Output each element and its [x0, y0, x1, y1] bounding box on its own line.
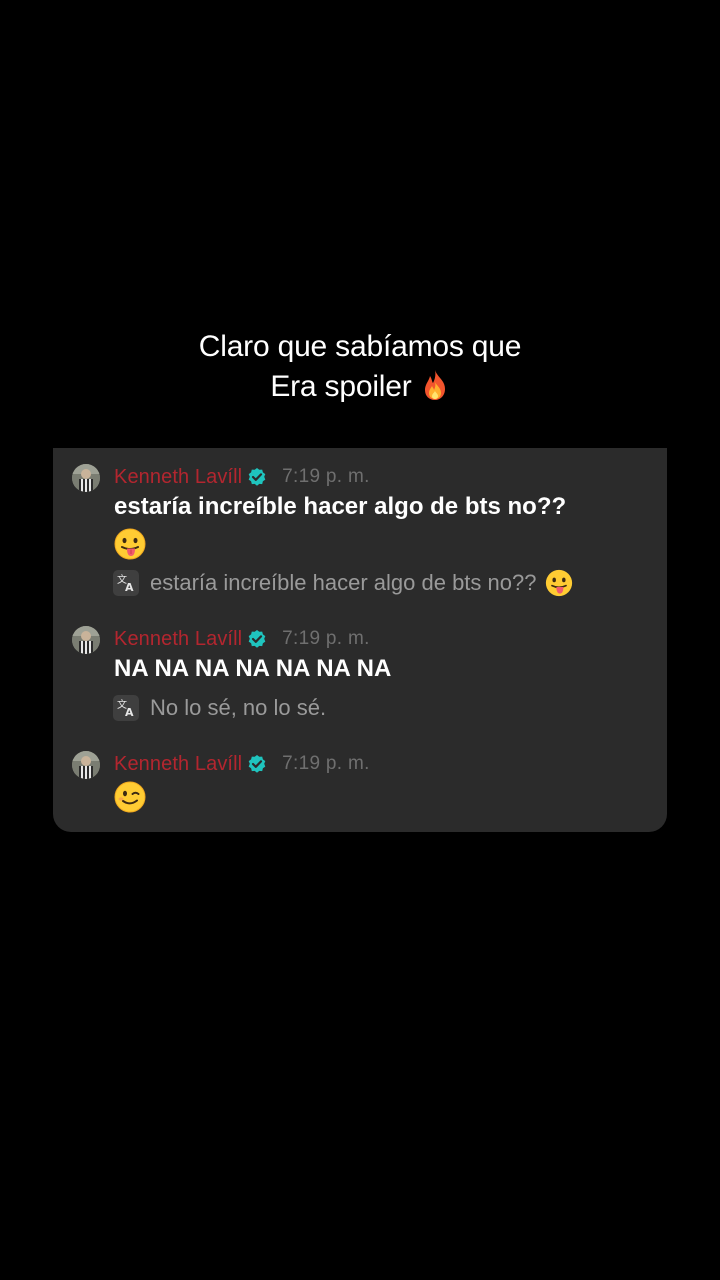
- message-text-content: estaría increíble hacer algo de bts no??: [114, 493, 567, 520]
- fire-icon: [420, 369, 450, 401]
- avatar[interactable]: [72, 751, 100, 779]
- timestamp: 7:19 p. m.: [282, 753, 370, 774]
- message-meta: Kenneth Lavíll 7:19 p. m.: [114, 465, 370, 489]
- message-text: [114, 778, 644, 814]
- caption-line-2: Era spoiler: [270, 370, 412, 403]
- caption-line-2-wrap: Era spoiler: [0, 367, 720, 407]
- message-text: estaría increíble hacer algo de bts no??: [114, 489, 644, 561]
- verified-badge-icon: [247, 467, 267, 487]
- timestamp: 7:19 p. m.: [282, 628, 370, 649]
- winking-face-emoji-icon: [114, 781, 146, 813]
- timestamp: 7:19 p. m.: [282, 466, 370, 487]
- translation-text: estaría increíble hacer algo de bts no??: [150, 570, 537, 595]
- tongue-out-emoji-icon: [114, 528, 146, 560]
- tongue-out-emoji-icon: [545, 569, 573, 597]
- translate-icon[interactable]: 文 A: [113, 695, 139, 721]
- caption-line-1: Claro que sabíamos que: [198, 330, 522, 363]
- chat-card: Kenneth Lavíll 7:19 p. m. estaría increí…: [53, 448, 667, 832]
- svg-text:A: A: [125, 706, 134, 719]
- author-name[interactable]: Kenneth Lavíll: [114, 753, 242, 776]
- message-meta: Kenneth Lavíll 7:19 p. m.: [114, 752, 370, 776]
- video-caption: Claro que sabíamos que Era spoiler: [0, 327, 720, 407]
- translate-icon[interactable]: 文 A: [113, 570, 139, 596]
- avatar[interactable]: [72, 464, 100, 492]
- translation-text: No lo sé, no lo sé.: [150, 695, 327, 720]
- author-name[interactable]: Kenneth Lavíll: [114, 628, 242, 651]
- verified-badge-icon: [247, 629, 267, 649]
- avatar[interactable]: [72, 626, 100, 654]
- svg-text:A: A: [125, 581, 134, 594]
- author-name[interactable]: Kenneth Lavíll: [114, 466, 242, 489]
- message-meta: Kenneth Lavíll 7:19 p. m.: [114, 627, 370, 651]
- verified-badge-icon: [247, 754, 267, 774]
- translation-row[interactable]: 文 A estaría increíble hacer algo de bts …: [113, 569, 573, 597]
- translation-row[interactable]: 文 A No lo sé, no lo sé.: [113, 694, 326, 722]
- message-text: NA NA NA NA NA NA NA: [114, 655, 392, 682]
